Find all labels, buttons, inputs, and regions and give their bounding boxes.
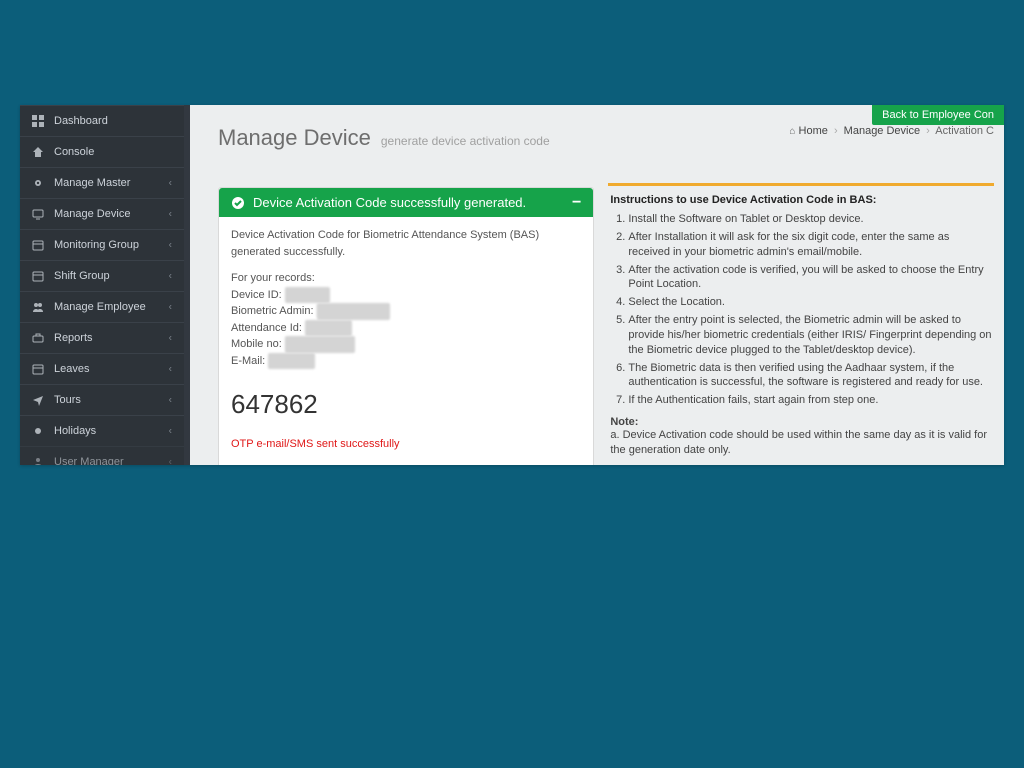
instruction-step: After the entry point is selected, the B… [628, 313, 992, 358]
sidebar-item-label: Shift Group [54, 270, 110, 282]
breadcrumb-home[interactable]: Home [799, 125, 828, 137]
sidebar-item-label: Tours [54, 394, 81, 406]
instruction-step: The Biometric data is then verified usin… [628, 361, 992, 391]
chevron-left-icon: ‹ [169, 209, 172, 220]
instructions-title: Instructions to use Device Activation Co… [610, 194, 992, 206]
chevron-left-icon: ‹ [169, 395, 172, 406]
instructions-list: Install the Software on Tablet or Deskto… [610, 212, 992, 408]
instruction-step: After Installation it will ask for the s… [628, 230, 992, 260]
chevron-left-icon: ‹ [169, 426, 172, 437]
sidebar-item-label: Holidays [54, 425, 96, 437]
sidebar-item-label: Dashboard [54, 115, 108, 127]
sidebar-item-reports[interactable]: Reports ‹ [20, 322, 190, 353]
sidebar-item-label: Monitoring Group [54, 239, 139, 251]
calendar-icon [30, 362, 46, 376]
instructions-panel: Instructions to use Device Activation Co… [608, 183, 994, 465]
activation-panel: Device Activation Code successfully gene… [218, 187, 594, 465]
page-subtitle: generate device activation code [381, 134, 550, 148]
briefcase-icon [30, 331, 46, 345]
note-heading: Note: [610, 416, 638, 428]
otp-sent-message: OTP e-mail/SMS sent successfully [231, 436, 581, 453]
activation-panel-title: Device Activation Code successfully gene… [253, 195, 526, 210]
device-icon [30, 207, 46, 221]
instruction-step: Install the Software on Tablet or Deskto… [628, 212, 992, 227]
breadcrumb-manage-device[interactable]: Manage Device [844, 125, 920, 137]
app-frame: Dashboard Console Manage Master ‹ Manage… [20, 105, 1004, 465]
calendar-icon [30, 238, 46, 252]
sidebar-item-label: User Manager [54, 456, 124, 465]
content-area: Back to Employee Con Manage Device gener… [190, 105, 1004, 465]
activation-success-text: Device Activation Code for Biometric Att… [231, 227, 581, 260]
home-icon [30, 145, 46, 159]
chevron-left-icon: ‹ [169, 457, 172, 466]
record-device-id: Device ID: 1█████ [231, 287, 581, 304]
records-heading: For your records: [231, 270, 581, 287]
sidebar-item-console[interactable]: Console [20, 136, 190, 167]
activation-records: For your records: Device ID: 1█████ Biom… [231, 270, 581, 369]
sidebar-item-label: Console [54, 146, 94, 158]
activation-panel-body: Device Activation Code for Biometric Att… [219, 217, 593, 465]
dashboard-icon [30, 114, 46, 128]
chevron-left-icon: ‹ [169, 333, 172, 344]
sidebar-item-label: Manage Employee [54, 301, 146, 313]
sidebar-item-label: Manage Master [54, 177, 130, 189]
instruction-step: Select the Location. [628, 295, 992, 310]
chevron-left-icon: ‹ [169, 240, 172, 251]
sidebar-item-holidays[interactable]: Holidays ‹ [20, 415, 190, 446]
user-icon [30, 455, 46, 465]
notes-block: Note: a. Device Activation code should b… [610, 416, 992, 465]
home-icon: ⌂ [789, 126, 795, 137]
plane-icon [30, 393, 46, 407]
note-item: a. Device Activation code should be used… [610, 428, 992, 458]
record-email: E-Mail: ██████ [231, 353, 581, 370]
breadcrumb: ⌂ Home › Manage Device › Activation C [789, 125, 994, 137]
instruction-step: If the Authentication fails, start again… [628, 393, 992, 408]
check-circle-icon [231, 196, 245, 210]
back-to-employee-button[interactable]: Back to Employee Con [872, 105, 1004, 125]
sidebar-item-manage-device[interactable]: Manage Device ‹ [20, 198, 190, 229]
sidebar: Dashboard Console Manage Master ‹ Manage… [20, 105, 190, 465]
sidebar-item-leaves[interactable]: Leaves ‹ [20, 353, 190, 384]
chevron-left-icon: ‹ [169, 364, 172, 375]
collapse-button[interactable]: − [572, 199, 581, 207]
sun-icon [30, 424, 46, 438]
activation-code: 647862 [231, 385, 581, 424]
breadcrumb-current: Activation C [935, 125, 994, 137]
scrollbar-thumb-bottom[interactable] [185, 453, 189, 461]
sidebar-item-label: Manage Device [54, 208, 130, 220]
sidebar-item-label: Reports [54, 332, 93, 344]
sidebar-item-manage-master[interactable]: Manage Master ‹ [20, 167, 190, 198]
record-mobile: Mobile no: █████████ [231, 336, 581, 353]
sidebar-item-label: Leaves [54, 363, 89, 375]
sidebar-item-tours[interactable]: Tours ‹ [20, 384, 190, 415]
activation-panel-header: Device Activation Code successfully gene… [219, 188, 593, 217]
sidebar-item-monitoring-group[interactable]: Monitoring Group ‹ [20, 229, 190, 260]
instruction-step: After the activation code is verified, y… [628, 263, 992, 293]
sidebar-item-manage-employee[interactable]: Manage Employee ‹ [20, 291, 190, 322]
cogs-icon [30, 176, 46, 190]
chevron-left-icon: ‹ [169, 302, 172, 313]
page-title: Manage Device [218, 125, 371, 151]
calendar-icon [30, 269, 46, 283]
sidebar-item-dashboard[interactable]: Dashboard [20, 105, 190, 136]
scrollbar-thumb[interactable] [185, 107, 189, 133]
record-attendance-id: Attendance Id: ██████ [231, 320, 581, 337]
chevron-left-icon: ‹ [169, 271, 172, 282]
record-biometric-admin: Biometric Admin: ██████ ███ [231, 303, 581, 320]
sidebar-item-shift-group[interactable]: Shift Group ‹ [20, 260, 190, 291]
users-icon [30, 300, 46, 314]
chevron-left-icon: ‹ [169, 178, 172, 189]
sidebar-item-user-manager[interactable]: User Manager ‹ [20, 446, 190, 465]
